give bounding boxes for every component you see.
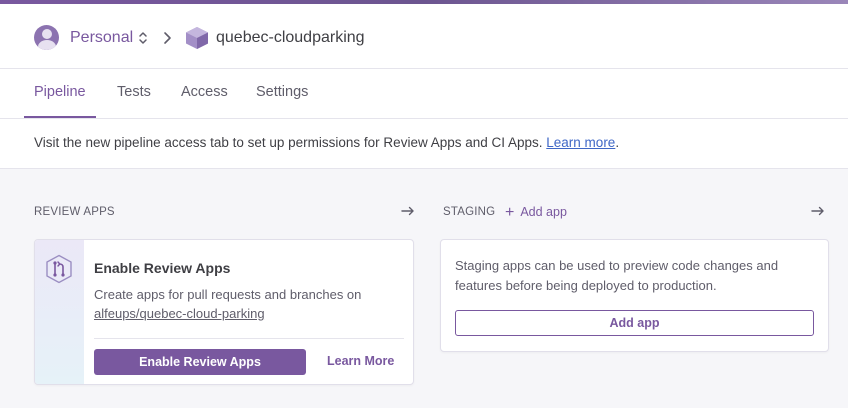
breadcrumb: Personal quebec-cloudparking	[0, 4, 848, 69]
repository-link[interactable]: alfeups/quebec-cloud-parking	[94, 304, 361, 323]
user-avatar-icon[interactable]	[34, 25, 59, 50]
tab-settings[interactable]: Settings	[256, 84, 308, 100]
learn-more-button[interactable]: Learn More	[327, 354, 394, 368]
enable-review-apps-button[interactable]: Enable Review Apps	[94, 349, 306, 375]
chevron-right-icon	[164, 32, 171, 44]
staging-title: STAGING	[443, 206, 496, 218]
active-tab-indicator	[24, 116, 96, 118]
staging-card: Staging apps can be used to preview code…	[440, 239, 829, 352]
card-icon-strip	[35, 240, 84, 384]
tab-pipeline[interactable]: Pipeline	[34, 84, 86, 100]
access-notice-banner: Visit the new pipeline access tab to set…	[0, 119, 848, 169]
divider	[94, 338, 404, 339]
review-apps-card: Enable Review Apps Create apps for pull …	[34, 239, 414, 385]
add-app-label: Add app	[520, 205, 567, 219]
tab-access[interactable]: Access	[181, 84, 228, 100]
review-apps-description-text: Create apps for pull requests and branch…	[94, 287, 362, 302]
notice-suffix: .	[615, 135, 620, 150]
notice-learn-more-link[interactable]: Learn more	[546, 135, 615, 150]
notice-text: Visit the new pipeline access tab to set…	[34, 135, 547, 150]
staging-add-app-link[interactable]: + Add app	[505, 204, 567, 222]
pipeline-icon	[186, 27, 208, 49]
staging-description: Staging apps can be used to preview code…	[455, 258, 779, 293]
team-switcher-label[interactable]: Personal	[70, 29, 133, 47]
arrow-right-icon[interactable]	[811, 205, 825, 217]
add-app-button[interactable]: Add app	[455, 310, 814, 336]
review-apps-heading: Enable Review Apps	[94, 260, 231, 276]
tab-tests[interactable]: Tests	[117, 84, 151, 100]
chevron-up-down-icon[interactable]	[137, 31, 149, 45]
notice-message: Visit the new pipeline access tab to set…	[34, 135, 619, 150]
review-apps-title: REVIEW APPS	[34, 206, 115, 218]
pipeline-name[interactable]: quebec-cloudparking	[216, 29, 365, 47]
pipeline-tabs: Pipeline Tests Access Settings	[0, 69, 848, 119]
plus-icon: +	[505, 204, 515, 221]
arrow-right-icon[interactable]	[401, 205, 415, 217]
review-apps-description: Create apps for pull requests and branch…	[94, 285, 361, 323]
branch-merge-icon	[46, 254, 72, 284]
